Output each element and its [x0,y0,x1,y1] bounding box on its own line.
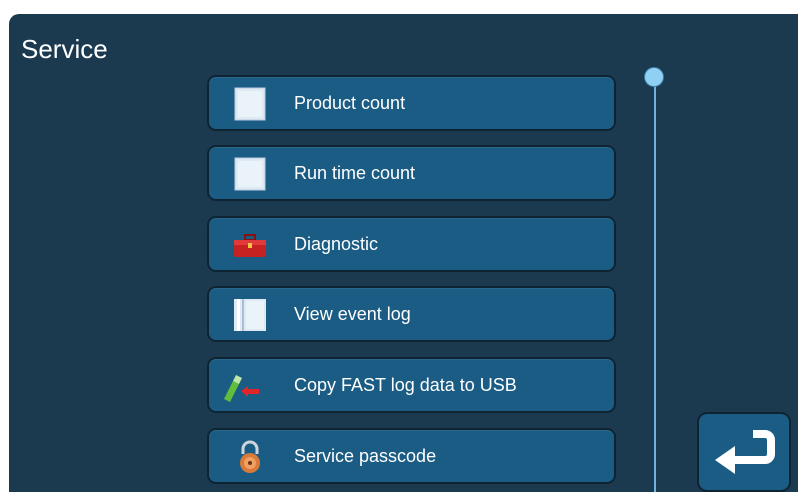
product-count-label: Product count [294,93,406,113]
log-book-icon [234,299,266,331]
run-time-count-label: Run time count [294,163,416,183]
scrollbar-thumb[interactable] [645,68,663,86]
product-count-button[interactable]: Product count [207,75,616,131]
usb-copy-icon [224,375,259,402]
document-icon [234,157,266,191]
service-passcode-label: Service passcode [294,446,437,466]
run-time-count-button[interactable]: Run time count [207,145,616,201]
view-event-log-label: View event log [294,304,411,324]
copy-fast-log-to-usb-label: Copy FAST log data to USB [294,375,517,395]
diagnostic-button[interactable]: Diagnostic [207,216,616,272]
back-button[interactable] [697,412,791,492]
diagnostic-label: Diagnostic [294,234,379,254]
scrollbar-track[interactable] [654,76,656,492]
return-arrow-icon [715,430,775,474]
page-title: Service [21,34,108,64]
toolbox-icon [234,234,266,257]
service-passcode-button[interactable]: Service passcode [207,428,616,484]
copy-fast-log-to-usb-button[interactable]: Copy FAST log data to USB [207,357,616,413]
service-screen: Service Product count Run time count Dia… [9,14,798,492]
document-icon [234,87,266,121]
padlock-icon [240,440,260,473]
view-event-log-button[interactable]: View event log [207,286,616,342]
